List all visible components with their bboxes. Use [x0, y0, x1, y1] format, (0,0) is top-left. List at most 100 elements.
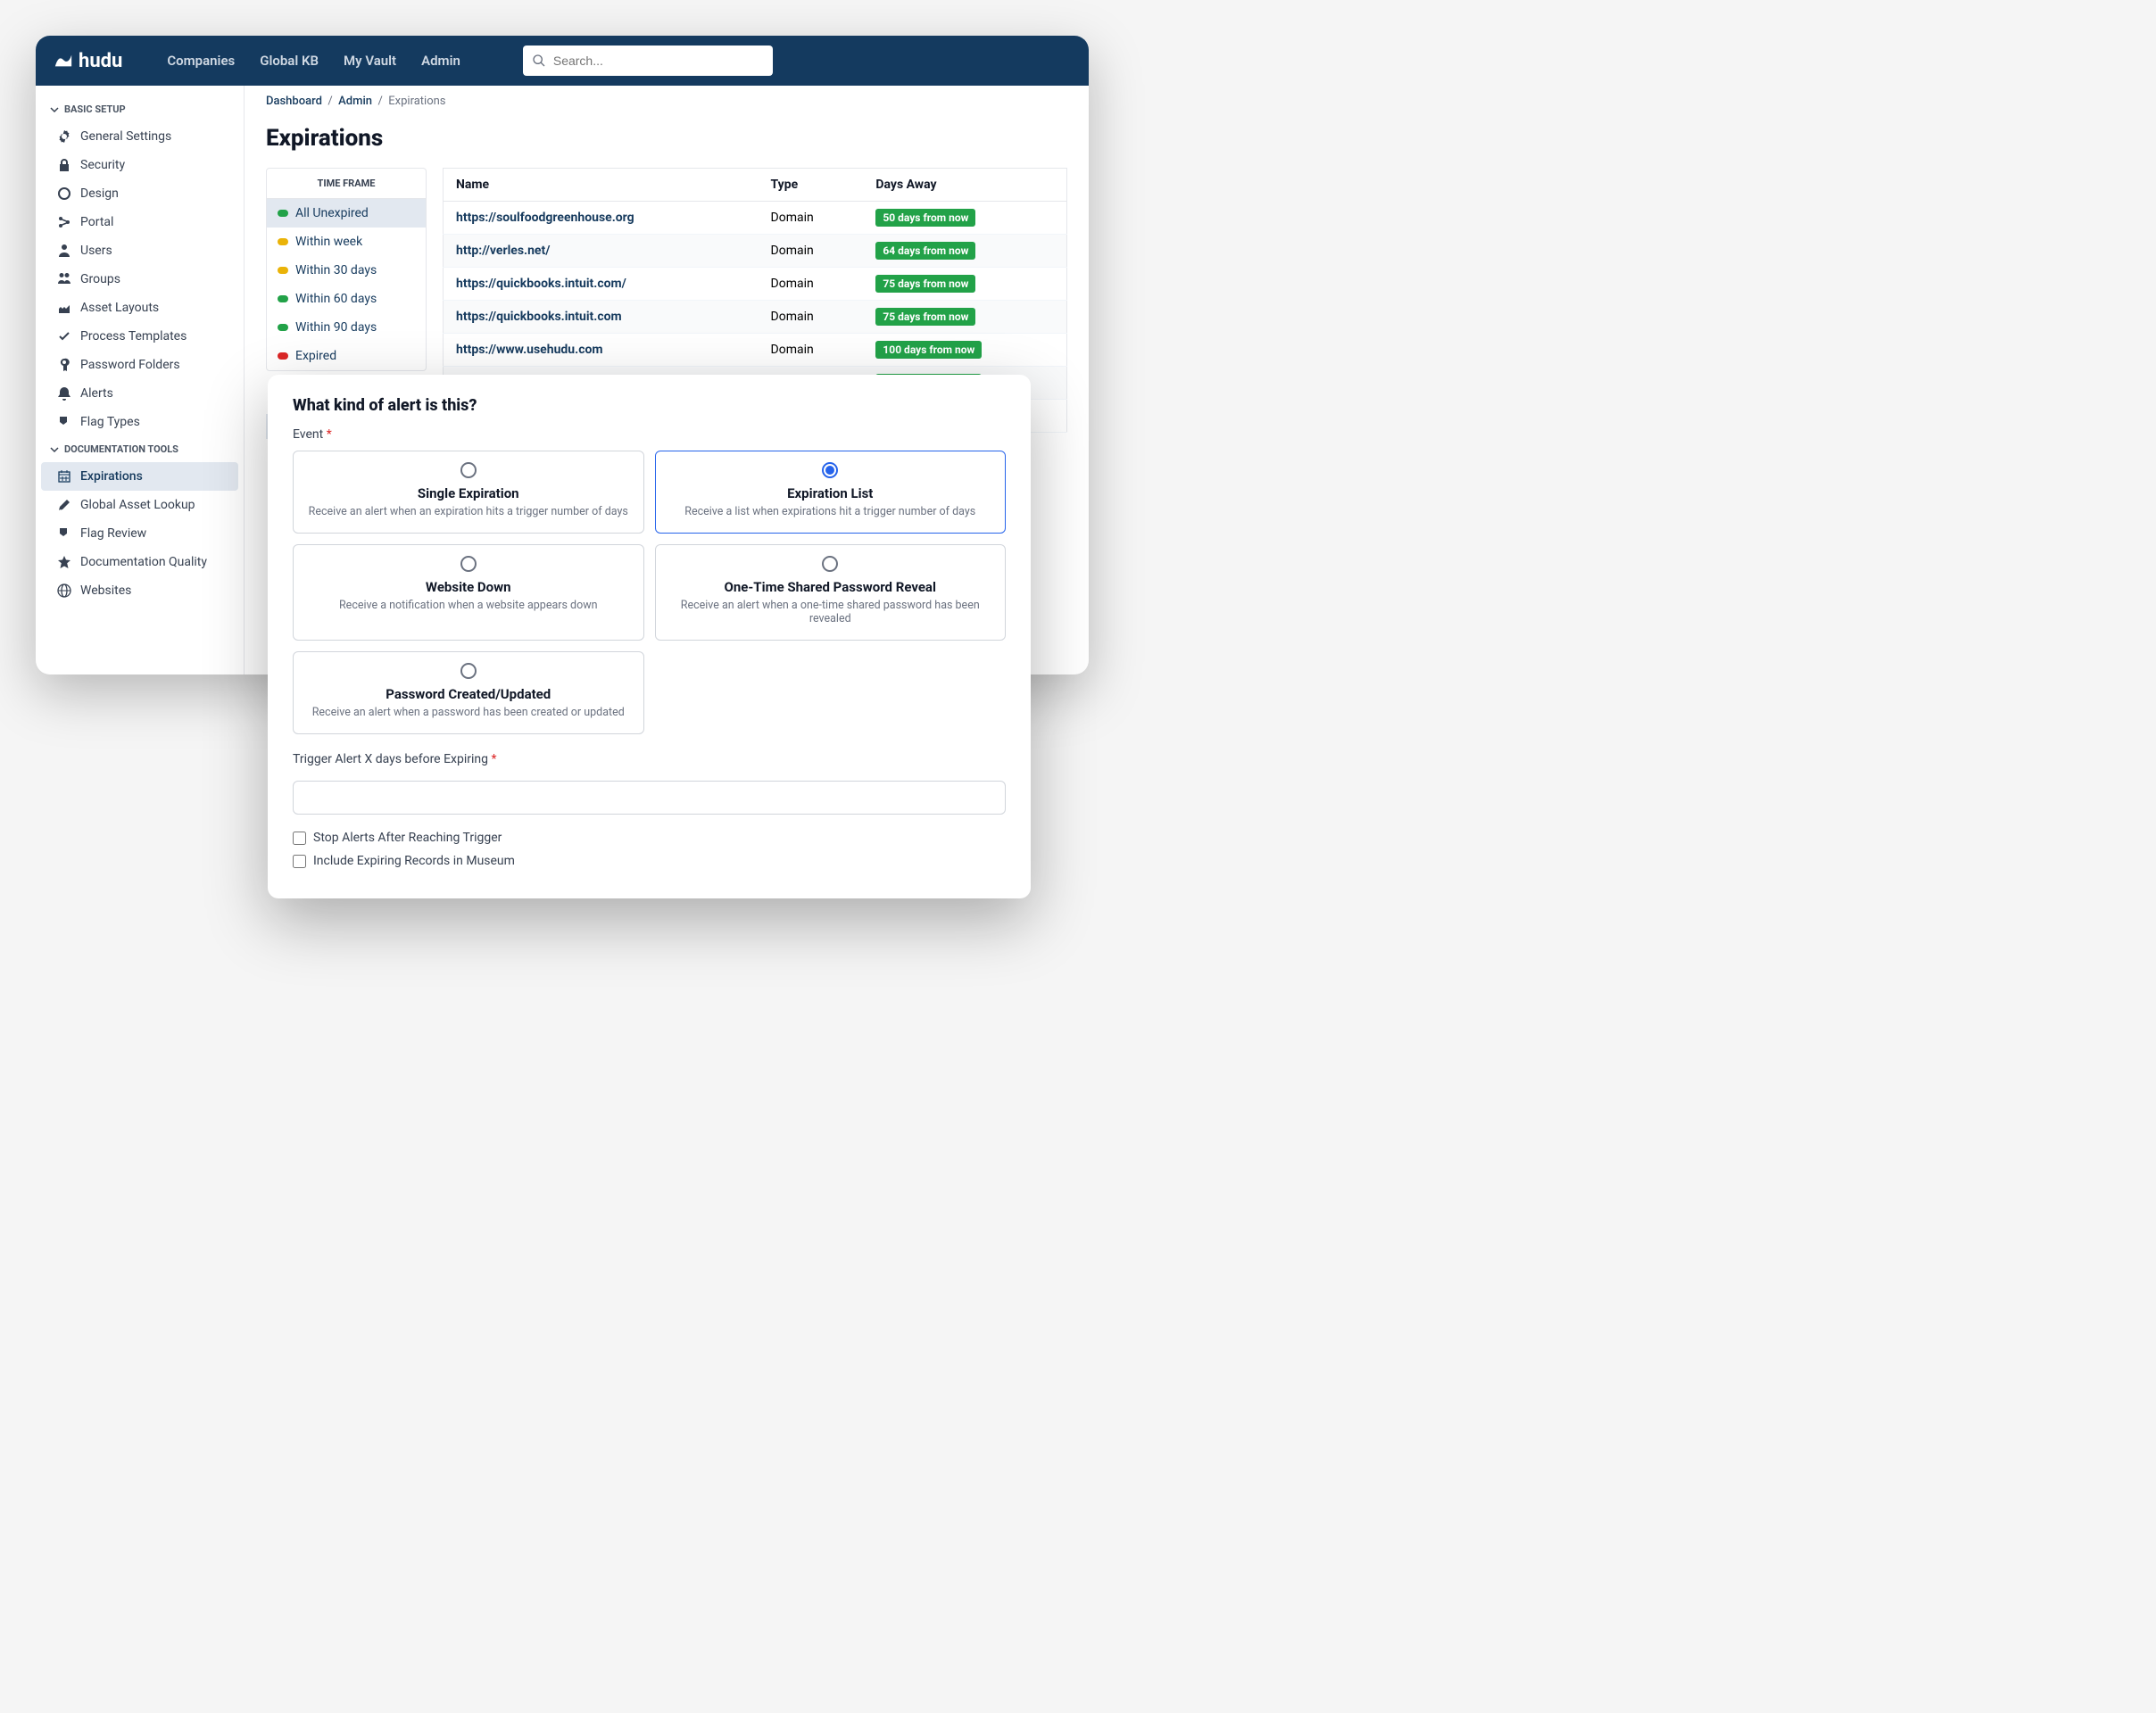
radio-icon — [460, 556, 477, 572]
exp-type: Domain — [759, 334, 864, 367]
alert-option-one-time-shared-password-reveal[interactable]: One-Time Shared Password Reveal Receive a… — [655, 544, 1007, 641]
section-basic-setup[interactable]: BASIC SETUP — [36, 96, 244, 122]
sidebar-icon — [57, 498, 71, 512]
sidebar-item-general-settings[interactable]: General Settings — [41, 122, 238, 151]
nav-admin[interactable]: Admin — [421, 53, 460, 69]
chevron-down-icon — [50, 445, 59, 454]
crumb-current: Expirations — [388, 95, 445, 108]
section-doc-tools[interactable]: DOCUMENTATION TOOLS — [36, 436, 244, 462]
sidebar-icon — [57, 415, 71, 429]
sidebar-item-flag-review[interactable]: Flag Review — [41, 519, 238, 548]
trigger-days-input[interactable] — [293, 781, 1006, 815]
exp-days: 75 days from now — [863, 301, 1066, 334]
sidebar-icon — [57, 301, 71, 315]
exp-name[interactable]: https://quickbooks.intuit.com — [444, 301, 759, 334]
sidebar-icon — [57, 244, 71, 258]
stop-alerts-row[interactable]: Stop Alerts After Reaching Trigger — [293, 831, 1006, 845]
search-box[interactable] — [523, 46, 773, 76]
sidebar-item-global-asset-lookup[interactable]: Global Asset Lookup — [41, 491, 238, 519]
sidebar-icon — [57, 555, 71, 569]
sidebar-icon — [57, 215, 71, 229]
chevron-down-icon — [50, 105, 59, 114]
sidebar-item-asset-layouts[interactable]: Asset Layouts — [41, 294, 238, 322]
sidebar-item-websites[interactable]: Websites — [41, 576, 238, 605]
sidebar-icon — [57, 358, 71, 372]
time-frame-within-30-days[interactable]: Within 30 days — [267, 256, 426, 285]
alert-option-single-expiration[interactable]: Single ExpirationReceive an alert when a… — [293, 451, 644, 534]
option-title: Expiration List — [670, 485, 991, 501]
status-dot — [278, 324, 288, 331]
topbar: hudu Companies Global KB My Vault Admin — [36, 36, 1089, 86]
sidebar-item-expirations[interactable]: Expirations — [41, 462, 238, 491]
sidebar-icon — [57, 469, 71, 484]
radio-icon — [822, 556, 838, 572]
exp-name[interactable]: http://verles.net/ — [444, 235, 759, 268]
exp-type: Domain — [759, 202, 864, 235]
sidebar-item-design[interactable]: Design — [41, 179, 238, 208]
sidebar-item-flag-types[interactable]: Flag Types — [41, 408, 238, 436]
days-badge: 75 days from now — [875, 275, 975, 293]
stop-alerts-checkbox[interactable] — [293, 832, 306, 845]
sidebar-item-process-templates[interactable]: Process Templates — [41, 322, 238, 351]
sidebar-item-portal[interactable]: Portal — [41, 208, 238, 236]
col-days[interactable]: Days Away — [863, 169, 1066, 202]
logo[interactable]: hudu — [54, 50, 122, 72]
option-title: One-Time Shared Password Reveal — [670, 579, 991, 595]
table-row[interactable]: https://www.usehudu.comDomain 100 days fr… — [444, 334, 1067, 367]
table-row[interactable]: http://verles.net/Domain64 days from now — [444, 235, 1067, 268]
table-row[interactable]: https://soulfoodgreenhouse.orgDomain50 d… — [444, 202, 1067, 235]
days-badge: 75 days from now — [875, 308, 975, 326]
time-frame-all-unexpired[interactable]: All Unexpired — [267, 199, 426, 228]
time-frame-within-90-days[interactable]: Within 90 days — [267, 313, 426, 342]
time-frame-within-week[interactable]: Within week — [267, 228, 426, 256]
exp-name[interactable]: https://soulfoodgreenhouse.org — [444, 202, 759, 235]
exp-type: Domain — [759, 301, 864, 334]
event-label: Event * — [293, 427, 1006, 442]
nav-links: Companies Global KB My Vault Admin — [167, 53, 460, 69]
exp-name[interactable]: https://quickbooks.intuit.com/ — [444, 268, 759, 301]
col-type[interactable]: Type — [759, 169, 864, 202]
crumb-admin[interactable]: Admin — [338, 95, 372, 108]
time-frame-expired[interactable]: Expired — [267, 342, 426, 370]
time-frame-filter: TIME FRAME All UnexpiredWithin weekWithi… — [266, 168, 427, 371]
sidebar-icon — [57, 583, 71, 598]
option-desc: Receive an alert when a one-time shared … — [670, 599, 991, 625]
nav-my-vault[interactable]: My Vault — [344, 53, 396, 69]
sidebar-item-security[interactable]: Security — [41, 151, 238, 179]
sidebar-item-users[interactable]: Users — [41, 236, 238, 265]
sidebar-item-alerts[interactable]: Alerts — [41, 379, 238, 408]
table-row[interactable]: https://quickbooks.intuit.com/Domain75 d… — [444, 268, 1067, 301]
include-museum-row[interactable]: Include Expiring Records in Museum — [293, 854, 1006, 868]
status-dot — [278, 267, 288, 274]
search-icon — [532, 54, 546, 68]
include-museum-checkbox[interactable] — [293, 855, 306, 868]
trigger-label: Trigger Alert X days before Expiring * — [293, 752, 1006, 766]
status-dot — [278, 352, 288, 360]
alert-option-password-created-updated[interactable]: Password Created/UpdatedReceive an alert… — [293, 651, 644, 734]
sidebar-item-documentation-quality[interactable]: Documentation Quality — [41, 548, 238, 576]
breadcrumb: Dashboard / Admin / Expirations — [245, 86, 1089, 118]
sidebar-icon — [57, 129, 71, 144]
days-badge: 100 days from now — [875, 341, 982, 359]
table-row[interactable]: https://quickbooks.intuit.comDomain 75 da… — [444, 301, 1067, 334]
exp-name[interactable]: https://www.usehudu.com — [444, 334, 759, 367]
days-badge: 64 days from now — [875, 242, 975, 260]
sidebar-item-groups[interactable]: Groups — [41, 265, 238, 294]
col-name[interactable]: Name — [444, 169, 759, 202]
status-dot — [278, 295, 288, 302]
option-title: Single Expiration — [308, 485, 629, 501]
search-input[interactable] — [553, 54, 764, 68]
nav-companies[interactable]: Companies — [167, 53, 235, 69]
status-dot — [278, 210, 288, 217]
time-frame-within-60-days[interactable]: Within 60 days — [267, 285, 426, 313]
sidebar-icon — [57, 272, 71, 286]
alert-option-expiration-list[interactable]: Expiration ListReceive a list when expir… — [655, 451, 1007, 534]
status-dot — [278, 238, 288, 245]
crumb-dashboard[interactable]: Dashboard — [266, 95, 322, 108]
nav-global-kb[interactable]: Global KB — [260, 53, 319, 69]
alert-option-website-down[interactable]: Website DownReceive a notification when … — [293, 544, 644, 641]
radio-icon — [460, 462, 477, 478]
option-title: Website Down — [308, 579, 629, 595]
option-title: Password Created/Updated — [308, 686, 629, 702]
sidebar-item-password-folders[interactable]: Password Folders — [41, 351, 238, 379]
